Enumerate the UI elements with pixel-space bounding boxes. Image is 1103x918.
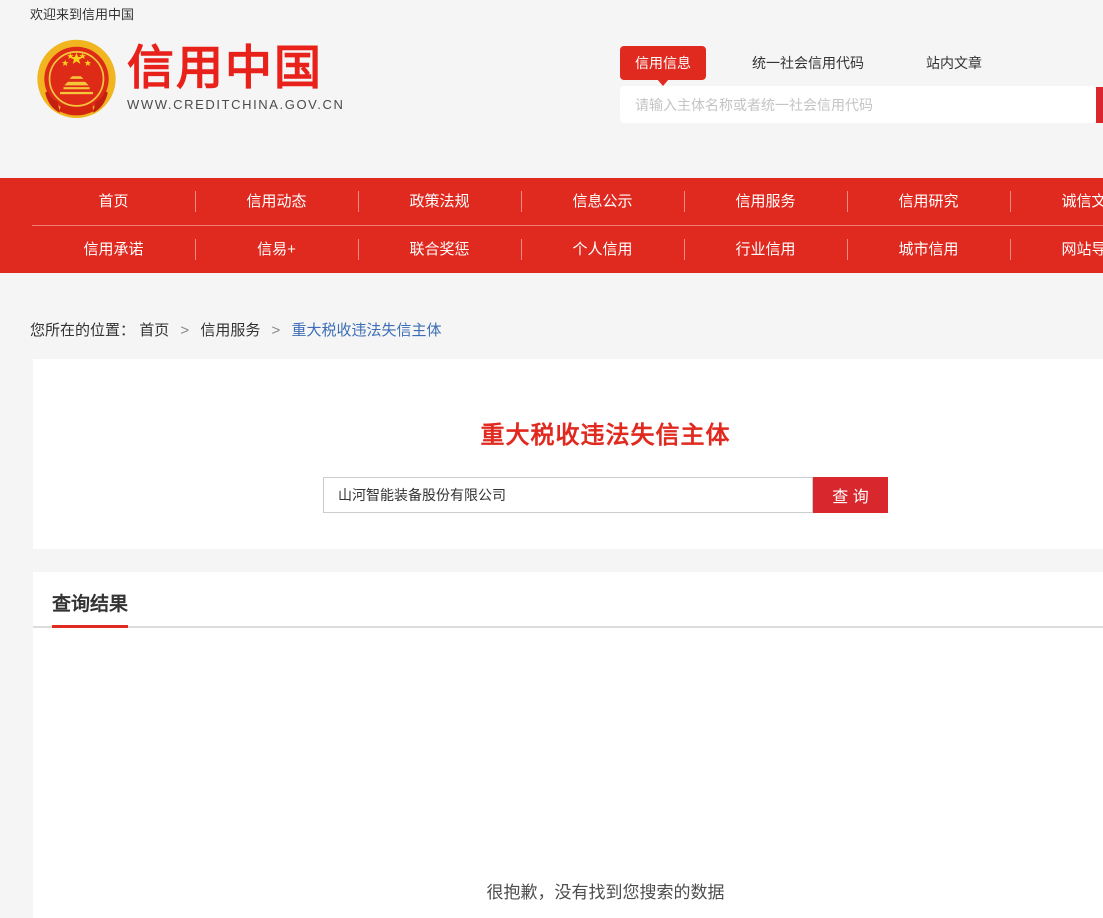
nav-item-credit-commitment[interactable]: 信用承诺 [32,226,195,273]
results-heading: 查询结果 [52,589,128,628]
breadcrumb-separator: > [272,322,281,339]
nav-item-site-map[interactable]: 网站导航 [1010,226,1103,273]
tab-site-articles[interactable]: 站内文章 [926,53,982,73]
header-search-input[interactable] [620,86,1096,123]
breadcrumb-prefix: 您所在的位置： [30,322,135,339]
results-header: 查询结果 [33,572,1103,628]
search-tabs: 信用信息 统一社会信用代码 站内文章 [620,48,1103,78]
nav-item-city-credit[interactable]: 城市信用 [847,226,1010,273]
tab-pointer-triangle [657,79,669,86]
query-card: 重大税收违法失信主体 查 询 [33,359,1103,549]
nav-item-home[interactable]: 首页 [32,178,195,225]
breadcrumb: 您所在的位置： 首页 > 信用服务 > 重大税收违法失信主体 [0,273,1103,340]
nav-item-xinyi-plus[interactable]: 信易+ [195,226,358,273]
nav-row-1: 首页 信用动态 政策法规 信息公示 信用服务 信用研究 诚信文化 [32,178,1103,226]
breadcrumb-current[interactable]: 重大税收违法失信主体 [291,322,441,339]
national-emblem-icon [33,38,120,125]
query-row: 查 询 [33,477,1103,513]
entity-search-input[interactable] [323,477,813,513]
site-name: 信用中国 [127,42,344,94]
nav-item-personal-credit[interactable]: 个人信用 [521,226,684,273]
nav-item-integrity-culture[interactable]: 诚信文化 [1010,178,1103,225]
query-button[interactable]: 查 询 [813,477,888,513]
nav-item-credit-research[interactable]: 信用研究 [847,178,1010,225]
page: 欢迎来到信用中国 [0,0,1103,918]
main-nav: 首页 信用动态 政策法规 信息公示 信用服务 信用研究 诚信文化 信用承诺 信易… [0,178,1103,273]
header-search-button[interactable] [1096,87,1103,123]
site-url: WWW.CREDITCHINA.GOV.CN [127,97,344,112]
breadcrumb-separator: > [180,322,189,339]
nav-row-2: 信用承诺 信易+ 联合奖惩 个人信用 行业信用 城市信用 网站导航 [32,226,1103,273]
results-card: 查询结果 很抱歉，没有找到您搜索的数据 [33,572,1103,918]
welcome-text: 欢迎来到信用中国 [30,7,134,22]
nav-item-industry-credit[interactable]: 行业信用 [684,226,847,273]
nav-item-credit-news[interactable]: 信用动态 [195,178,358,225]
site-header: 信用中国 WWW.CREDITCHINA.GOV.CN 信用信息 统一社会信用代… [0,24,1103,178]
nav-item-policies[interactable]: 政策法规 [358,178,521,225]
empty-result-message: 很抱歉，没有找到您搜索的数据 [33,628,1103,903]
page-title: 重大税收违法失信主体 [33,359,1103,450]
nav-item-credit-services[interactable]: 信用服务 [684,178,847,225]
tab-credit-info[interactable]: 信用信息 [620,46,706,80]
tab-social-credit-code[interactable]: 统一社会信用代码 [752,53,864,73]
nav-item-info-disclosure[interactable]: 信息公示 [521,178,684,225]
logo-text: 信用中国 WWW.CREDITCHINA.GOV.CN [127,38,344,112]
welcome-bar: 欢迎来到信用中国 [0,0,1103,24]
tab-credit-info-label: 信用信息 [635,55,691,71]
site-logo[interactable]: 信用中国 WWW.CREDITCHINA.GOV.CN [33,38,344,125]
nav-item-joint-reward-punish[interactable]: 联合奖惩 [358,226,521,273]
breadcrumb-home[interactable]: 首页 [139,322,169,339]
breadcrumb-section[interactable]: 信用服务 [200,322,260,339]
header-search-area: 信用信息 统一社会信用代码 站内文章 [620,48,1103,78]
